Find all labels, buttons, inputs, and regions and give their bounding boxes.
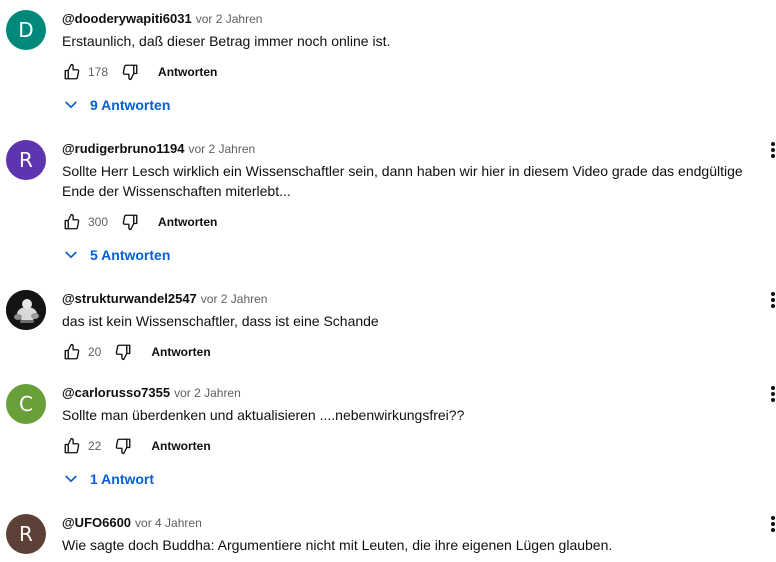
timestamp[interactable]: vor 4 Jahren [135, 516, 202, 530]
comment-actions: 300 Antworten [60, 210, 217, 234]
author-name[interactable]: @strukturwandel2547 [62, 291, 197, 306]
thumb-up-icon [64, 437, 80, 454]
timestamp[interactable]: vor 2 Jahren [188, 142, 255, 156]
comment-text: das ist kein Wissenschaftler, dass ist e… [62, 313, 379, 329]
thumb-down-icon [116, 344, 131, 361]
author-name[interactable]: @carlorusso7355 [62, 385, 170, 400]
more-vert-icon[interactable] [770, 142, 776, 158]
show-replies-button[interactable]: 9 Antworten [62, 93, 170, 117]
thumb-up-icon [64, 213, 80, 230]
comment-header: @strukturwandel2547 vor 2 Jahren [62, 290, 267, 308]
avatar[interactable]: C [6, 384, 46, 424]
chevron-down-icon [65, 251, 77, 259]
show-replies-button[interactable]: 5 Antworten [62, 243, 170, 267]
author-name[interactable]: @rudigerbruno1194 [62, 141, 184, 156]
avatar[interactable]: D [6, 10, 46, 50]
timestamp[interactable]: vor 2 Jahren [201, 292, 268, 306]
replies-count-label: 5 Antworten [90, 247, 171, 263]
reply-button[interactable]: Antworten [151, 345, 210, 359]
more-vert-icon[interactable] [770, 386, 776, 402]
like-count: 20 [88, 345, 102, 359]
chevron-down-icon [65, 475, 77, 483]
comment-header: @carlorusso7355 vor 2 Jahren [62, 384, 241, 402]
like-button[interactable] [60, 60, 84, 84]
like-button[interactable] [60, 340, 84, 364]
comment-actions: 22 Antworten [60, 434, 211, 458]
comment-text: Erstaunlich, daß dieser Betrag immer noc… [62, 33, 391, 49]
dislike-button[interactable] [111, 340, 135, 364]
thumb-up-icon [64, 63, 80, 80]
like-button[interactable] [60, 434, 84, 458]
like-count: 178 [88, 65, 109, 79]
thumb-down-icon [122, 214, 138, 231]
avatar[interactable]: R [6, 514, 46, 554]
like-count: 300 [88, 215, 109, 229]
reply-button[interactable]: Antworten [158, 65, 217, 79]
thumb-down-icon [116, 438, 131, 455]
comment-text: Sollte Herr Lesch wirklich ein Wissensch… [62, 163, 743, 199]
avatar[interactable] [6, 290, 46, 330]
comment-text: Sollte man überdenken und aktualisieren … [62, 407, 465, 423]
avatar[interactable]: R [6, 140, 46, 180]
replies-count-label: 9 Antworten [90, 97, 171, 113]
chevron-down-icon [65, 101, 77, 109]
comment-header: @UFO6600 vor 4 Jahren [62, 514, 202, 532]
comment-actions: 178 Antworten [60, 60, 217, 84]
like-button[interactable] [60, 210, 84, 234]
thumb-up-icon [64, 343, 80, 360]
comment-header: @rudigerbruno1194 vor 2 Jahren [62, 140, 255, 158]
more-vert-icon[interactable] [770, 516, 776, 532]
show-replies-button[interactable]: 1 Antwort [62, 467, 154, 491]
avatar-photo-icon [6, 290, 46, 330]
dislike-button[interactable] [111, 434, 135, 458]
more-vert-icon[interactable] [770, 292, 776, 308]
comment-text: Wie sagte doch Buddha: Argumentiere nich… [62, 537, 613, 553]
dislike-button[interactable] [118, 210, 142, 234]
reply-button[interactable]: Antworten [158, 215, 217, 229]
replies-count-label: 1 Antwort [90, 471, 155, 487]
timestamp[interactable]: vor 2 Jahren [174, 386, 241, 400]
thumb-down-icon [122, 64, 138, 81]
author-name[interactable]: @dooderywapiti6031 [62, 11, 192, 26]
timestamp[interactable]: vor 2 Jahren [196, 12, 263, 26]
like-count: 22 [88, 439, 102, 453]
author-name[interactable]: @UFO6600 [62, 515, 131, 530]
comment-header: @dooderywapiti6031 vor 2 Jahren [62, 10, 262, 28]
dislike-button[interactable] [118, 60, 142, 84]
reply-button[interactable]: Antworten [151, 439, 210, 453]
comment-actions: 20 Antworten [60, 340, 211, 364]
